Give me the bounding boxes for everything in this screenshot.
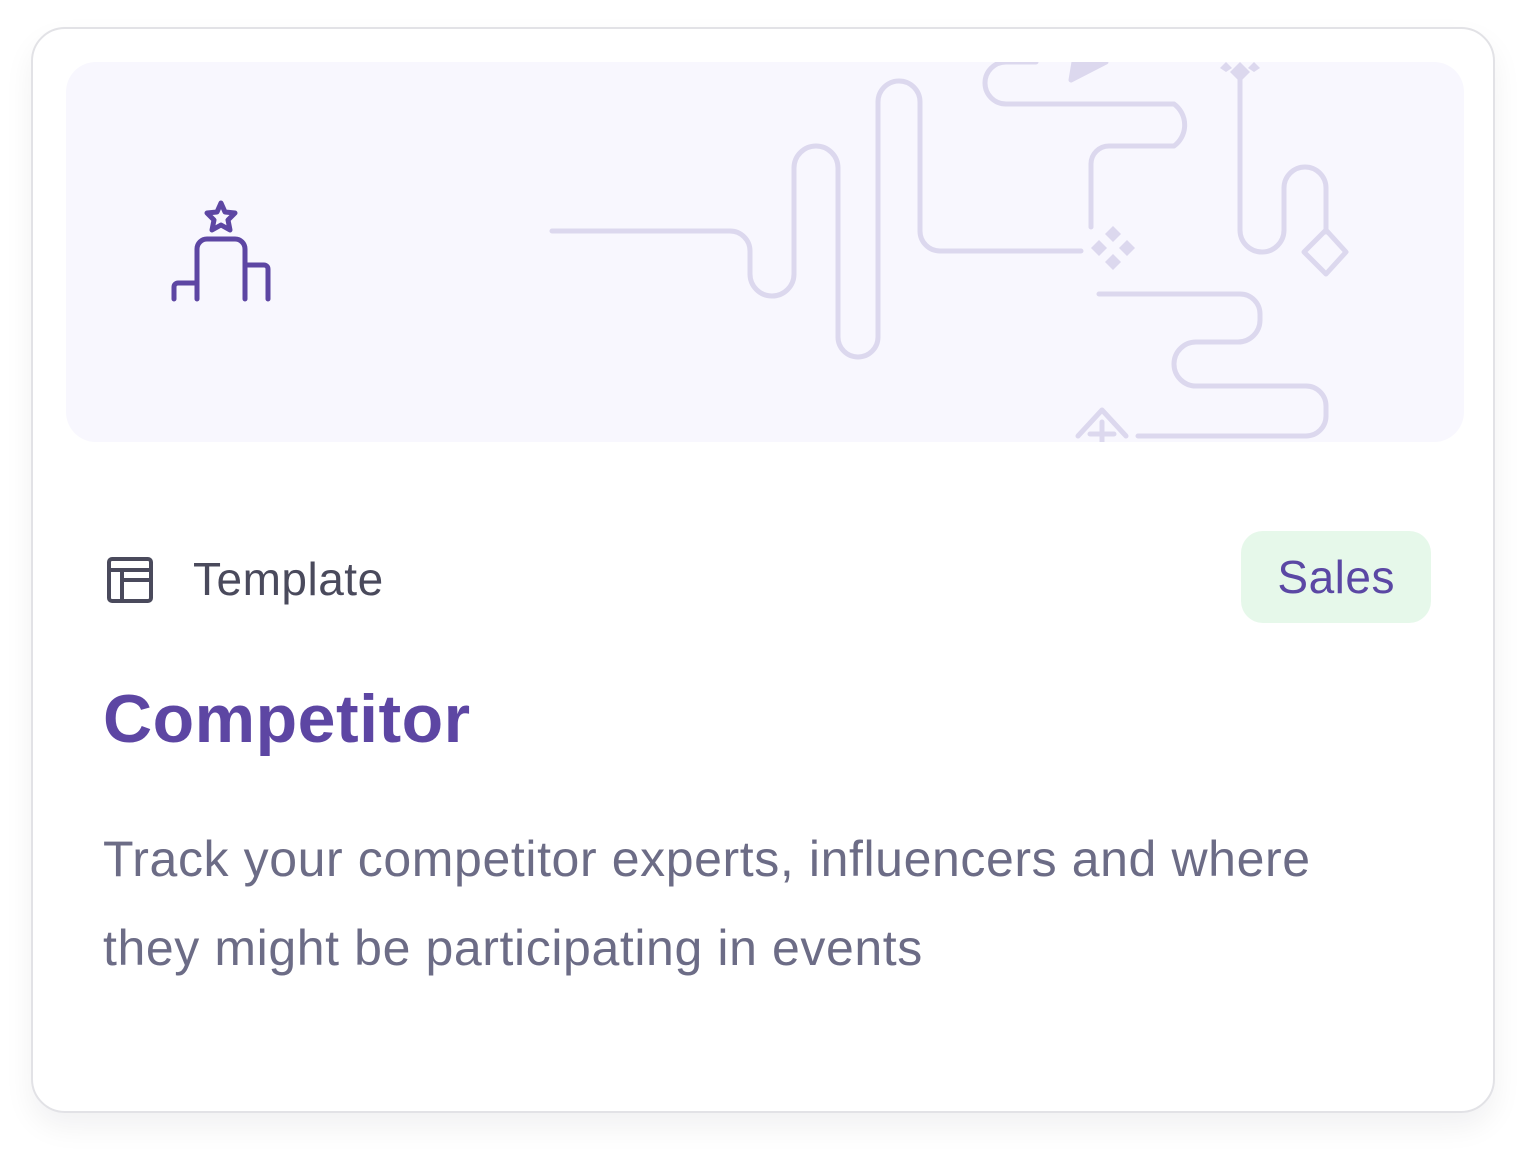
- card-title: Competitor: [103, 681, 471, 757]
- template-layout-icon: [107, 557, 153, 603]
- card-type-label: Template: [193, 553, 384, 605]
- card-banner: [66, 62, 1464, 442]
- card-meta-row: Template Sales: [105, 531, 1431, 625]
- card-description: Track your competitor experts, influence…: [103, 831, 1311, 976]
- podium-star-icon: [171, 200, 271, 302]
- template-card[interactable]: Template Sales Competitor Track your com…: [31, 27, 1495, 1113]
- category-badge: Sales: [1241, 531, 1431, 623]
